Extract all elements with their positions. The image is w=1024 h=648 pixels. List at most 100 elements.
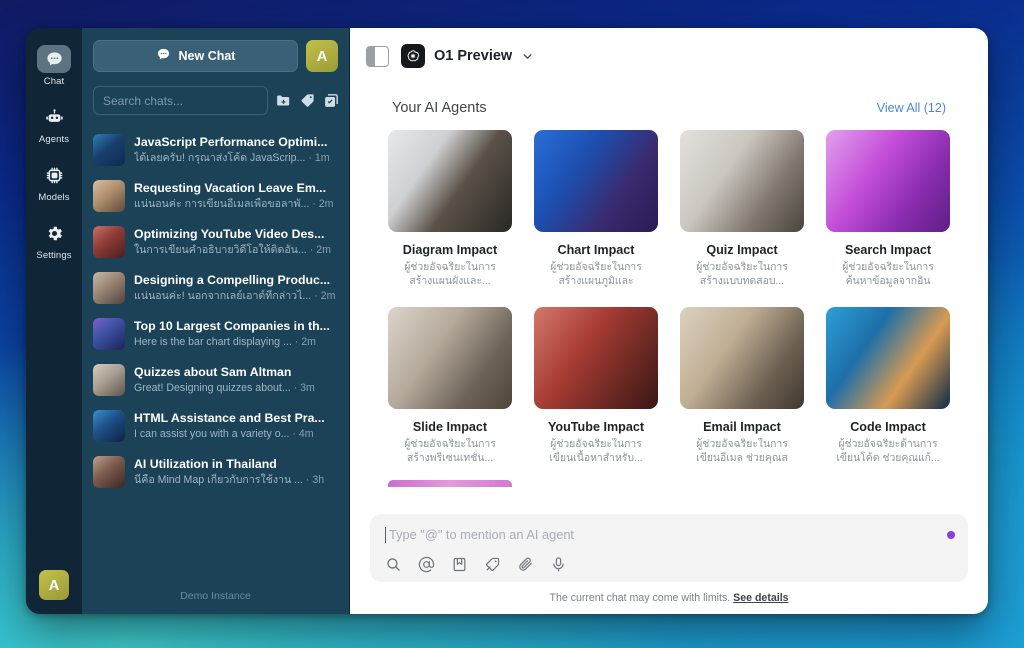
rail-label-settings: Settings xyxy=(36,250,72,261)
chat-list-item[interactable]: JavaScript Performance Optimi... ได้เลยค… xyxy=(82,127,349,173)
select-multiple-icon[interactable] xyxy=(323,90,340,112)
panel-toggle-icon[interactable] xyxy=(366,45,389,67)
see-details-link[interactable]: See details xyxy=(733,592,788,604)
agent-card[interactable]: Slide Impact ผู้ช่วยอัจฉริยะในการ สร้างพ… xyxy=(388,307,512,466)
agent-card[interactable]: Email Impact ผู้ช่วยอัจฉริยะในการ เขียนอ… xyxy=(680,307,804,466)
account-avatar-badge[interactable]: A xyxy=(306,40,338,72)
agents-grid: Diagram Impact ผู้ช่วยอัจฉริยะในการ สร้า… xyxy=(388,130,950,466)
paperclip-icon[interactable] xyxy=(517,556,534,573)
rail-avatar[interactable]: A xyxy=(39,570,69,600)
chat-time: 3m xyxy=(300,382,315,394)
agent-card[interactable]: YouTube Impact ผู้ช่วยอัจฉริยะในการ เขีย… xyxy=(534,307,658,466)
chat-avatar xyxy=(93,226,125,258)
chat-title: Designing a Compelling Produc... xyxy=(134,273,331,287)
rail-item-agents[interactable]: Agents xyxy=(30,98,78,150)
agent-description: ผู้ช่วยอัจฉริยะด้านการ เขียนโค้ด ช่วยคุณ… xyxy=(836,439,940,464)
model-selector[interactable]: O1 Preview xyxy=(401,44,534,68)
chat-avatar xyxy=(93,456,125,488)
chat-list-item[interactable]: HTML Assistance and Best Pra... I can as… xyxy=(82,403,349,449)
composer-toolbar xyxy=(385,556,953,573)
main-panel: O1 Preview Your AI Agents View All (12) … xyxy=(350,28,988,614)
rail-item-chat[interactable]: Chat xyxy=(30,40,78,92)
chevron-down-icon[interactable] xyxy=(521,50,534,63)
status-indicator-dot xyxy=(947,531,955,539)
new-chat-button[interactable]: New Chat xyxy=(93,40,298,72)
gear-icon xyxy=(37,219,71,247)
chat-list-item[interactable]: Optimizing YouTube Video Des... ในการเขี… xyxy=(82,219,349,265)
agent-thumbnail xyxy=(388,307,512,409)
agent-card[interactable]: Search Impact ผู้ช่วยอัจฉริยะในการ ค้นหา… xyxy=(826,130,950,289)
chat-time: 4m xyxy=(298,428,314,440)
chat-avatar xyxy=(93,364,125,396)
bookmark-icon[interactable] xyxy=(451,556,468,573)
agent-thumbnail xyxy=(534,307,658,409)
message-composer[interactable]: Type "@" to mention an AI agent xyxy=(370,514,968,582)
agent-name: Slide Impact xyxy=(412,420,488,434)
agent-name: Chart Impact xyxy=(557,243,635,257)
chat-avatar xyxy=(93,180,125,212)
chat-avatar xyxy=(93,410,125,442)
rail-item-settings[interactable]: Settings xyxy=(30,214,78,266)
rail-label-agents: Agents xyxy=(38,134,70,145)
search-input[interactable] xyxy=(93,86,268,115)
agent-thumbnail xyxy=(826,130,950,232)
agent-description: ผู้ช่วยอัจฉริยะในการ สร้างแบบทดสอบ... xyxy=(696,262,788,287)
chat-list-item[interactable]: Quizzes about Sam Altman Great! Designin… xyxy=(82,357,349,403)
new-chat-label: New Chat xyxy=(178,49,236,63)
chat-list-item[interactable]: Designing a Compelling Produc... แน่นอนค… xyxy=(82,265,349,311)
agent-thumbnail-partial[interactable] xyxy=(388,480,512,487)
search-icon[interactable] xyxy=(385,556,402,573)
agent-description: ผู้ช่วยอัจฉริยะในการ ค้นหาข้อมูลจากอินเท… xyxy=(842,262,934,287)
chat-title: Requesting Vacation Leave Em... xyxy=(134,181,327,195)
chat-time: 2m xyxy=(320,290,336,302)
message-input[interactable]: Type "@" to mention an AI agent xyxy=(385,527,953,543)
chat-avatar xyxy=(93,134,125,166)
tag-icon[interactable] xyxy=(299,90,316,112)
sidebar-top: New Chat A xyxy=(82,28,349,76)
agent-card[interactable]: Chart Impact ผู้ช่วยอัจฉริยะในการ สร้างแ… xyxy=(534,130,658,289)
agent-name: Quiz Impact xyxy=(706,243,778,257)
agent-name: YouTube Impact xyxy=(547,420,645,434)
chat-title: JavaScript Performance Optimi... xyxy=(134,135,328,149)
chat-list-item[interactable]: Top 10 Largest Companies in th... Here i… xyxy=(82,311,349,357)
footer-note: The current chat may come with limits. S… xyxy=(350,588,988,614)
rail-item-models[interactable]: Models xyxy=(30,156,78,208)
chat-preview: แน่นอนค่ะ การเขียนอีเมลเพื่อขอลาพั... xyxy=(134,198,310,210)
chat-title: Optimizing YouTube Video Des... xyxy=(134,227,325,241)
agents-section-title: Your AI Agents xyxy=(392,100,487,116)
chat-preview: ได้เลยครับ! กรุณาส่งโค้ด JavaScrip... xyxy=(134,152,306,164)
chat-preview: นี่คือ Mind Map เกี่ยวกับการใช้งาน ... xyxy=(134,474,303,486)
agent-name: Code Impact xyxy=(850,420,926,434)
chat-list-item[interactable]: AI Utilization in Thailand นี่คือ Mind M… xyxy=(82,449,349,495)
agent-card[interactable]: Diagram Impact ผู้ช่วยอัจฉริยะในการ สร้า… xyxy=(388,130,512,289)
chat-list[interactable]: JavaScript Performance Optimi... ได้เลยค… xyxy=(82,125,349,614)
chat-time: 1m xyxy=(314,152,330,164)
main-header: O1 Preview xyxy=(350,28,988,84)
agent-card[interactable]: Quiz Impact ผู้ช่วยอัจฉริยะในการ สร้างแบ… xyxy=(680,130,804,289)
chat-title: AI Utilization in Thailand xyxy=(134,457,277,471)
agent-name: Email Impact xyxy=(703,420,781,434)
rail-label-models: Models xyxy=(38,192,70,203)
at-sign-icon[interactable] xyxy=(418,556,435,573)
chat-preview: Great! Designing quizzes about... xyxy=(134,382,291,394)
agent-card[interactable]: Code Impact ผู้ช่วยอัจฉริยะด้านการ เขียน… xyxy=(826,307,950,466)
new-folder-icon[interactable] xyxy=(275,90,292,112)
chat-bubble-icon xyxy=(37,45,71,73)
agent-name: Search Impact xyxy=(844,243,932,257)
view-all-link[interactable]: View All (12) xyxy=(877,101,946,115)
chat-title: Quizzes about Sam Altman xyxy=(134,365,292,379)
tag-pen-icon[interactable] xyxy=(484,556,501,573)
microphone-icon[interactable] xyxy=(550,556,567,573)
chat-avatar xyxy=(93,318,125,350)
chat-preview: ในการเขียนคำอธิบายวิดีโอให้ติดอัน... xyxy=(134,244,307,256)
agent-description: ผู้ช่วยอัจฉริยะในการ สร้างพรีเซนเทชั่น..… xyxy=(404,439,496,464)
model-name-label: O1 Preview xyxy=(434,48,513,64)
icon-rail: Chat Agents Models Settings A xyxy=(26,28,82,614)
chat-list-item[interactable]: Requesting Vacation Leave Em... แน่นอนค่… xyxy=(82,173,349,219)
chat-avatar xyxy=(93,272,125,304)
agents-grid-row3-partial xyxy=(388,480,950,487)
agent-thumbnail xyxy=(388,130,512,232)
agent-name: Diagram Impact xyxy=(402,243,498,257)
agent-description: ผู้ช่วยอัจฉริยะในการ สร้างแผนผังและ... xyxy=(404,262,496,287)
agent-thumbnail xyxy=(680,307,804,409)
